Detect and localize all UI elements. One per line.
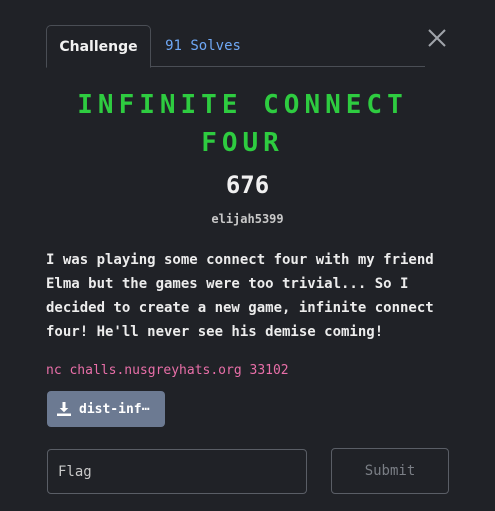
flag-input[interactable] [47, 449, 307, 494]
download-icon [57, 402, 71, 416]
tab-bar: Challenge 91 Solves [46, 25, 425, 68]
tab-challenge[interactable]: Challenge [46, 25, 151, 68]
challenge-title: INFINITE CONNECT FOUR [77, 90, 408, 158]
close-button[interactable] [426, 27, 448, 49]
challenge-points: 676 [225, 171, 270, 199]
download-file-button[interactable]: dist-inf⋯ [47, 391, 165, 427]
close-icon [428, 29, 446, 47]
connection-info: nc challs.nusgreyhats.org 33102 [46, 363, 289, 378]
challenge-modal: Challenge 91 Solves INFINITE CONNECT FOU… [0, 0, 495, 511]
challenge-description: I was playing some connect four with my … [46, 252, 434, 340]
challenge-author: elijah5399 [211, 212, 284, 226]
tab-solves[interactable]: 91 Solves [158, 25, 248, 67]
download-file-label: dist-inf⋯ [79, 401, 150, 417]
submit-button[interactable]: Submit [331, 448, 449, 494]
